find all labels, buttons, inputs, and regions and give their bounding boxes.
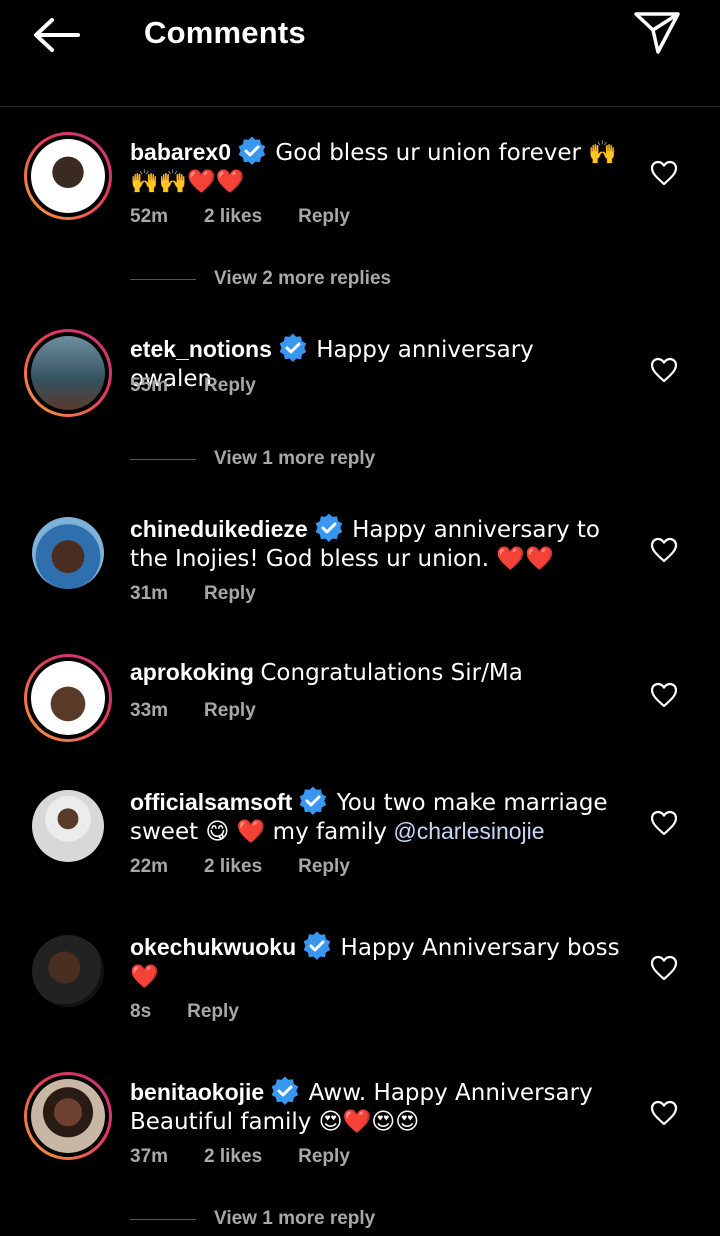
comment-time: 33m [130,700,169,721]
avatar[interactable] [24,927,112,1015]
comment-time: 55m [130,375,169,396]
mention-link[interactable]: @charlesinojie [393,818,544,844]
reply-button[interactable]: Reply [187,1001,239,1022]
back-arrow-icon[interactable] [30,14,82,56]
comment-username[interactable]: officialsamsoft [130,789,292,815]
send-icon[interactable] [632,10,682,56]
verified-badge-icon [238,136,266,165]
heart-icon[interactable] [650,357,678,383]
view-replies-label: View 2 more replies [214,268,392,289]
divider [130,1218,196,1220]
reply-button[interactable]: Reply [204,375,256,396]
heart-icon[interactable] [650,160,678,186]
comment-username[interactable]: okechukwuoku [130,934,296,960]
comment-time: 22m [130,856,169,877]
comment-likes[interactable]: 2 likes [204,856,262,877]
comment-time: 8s [130,1001,152,1022]
reply-button[interactable]: Reply [298,1146,350,1167]
page-title: Comments [144,15,306,50]
comment-username[interactable]: aprokoking [130,659,254,685]
view-replies-label: View 1 more reply [214,1208,376,1229]
reply-button[interactable]: Reply [298,206,350,227]
header: Comments [0,0,720,107]
heart-icon[interactable] [650,537,678,563]
heart-icon[interactable] [650,682,678,708]
heart-icon[interactable] [650,810,678,836]
verified-badge-icon [303,931,331,960]
divider [130,458,196,460]
reply-button[interactable]: Reply [204,583,256,604]
avatar[interactable] [24,329,112,417]
verified-badge-icon [279,333,307,362]
avatar[interactable] [24,509,112,597]
comment-text: Congratulations Sir/Ma [260,660,523,686]
comment-time: 37m [130,1146,169,1167]
verified-badge-icon [271,1076,299,1105]
comment-likes[interactable]: 2 likes [204,1146,262,1167]
view-replies-button[interactable]: View 2 more replies [130,268,391,290]
avatar[interactable] [24,654,112,742]
comment-username[interactable]: benitaokojie [130,1079,264,1105]
comment-username[interactable]: chineduikedieze [130,516,308,542]
comment-username[interactable]: etek_notions [130,336,272,362]
verified-badge-icon [315,513,342,542]
avatar[interactable] [24,132,112,220]
comment-time: 52m [130,206,169,227]
heart-icon[interactable] [650,955,678,981]
verified-badge-icon [299,786,327,815]
view-replies-button[interactable]: View 1 more reply [130,1208,375,1230]
reply-button[interactable]: Reply [298,856,350,877]
view-replies-button[interactable]: View 1 more reply [130,448,375,470]
comment-username[interactable]: babarex0 [130,139,231,165]
avatar[interactable] [24,1072,112,1160]
avatar[interactable] [24,782,112,870]
heart-icon[interactable] [650,1100,678,1126]
comment-likes[interactable]: 2 likes [204,206,262,227]
view-replies-label: View 1 more reply [214,448,376,469]
divider [130,278,196,280]
comment-time: 31m [130,583,169,604]
reply-button[interactable]: Reply [204,700,256,721]
